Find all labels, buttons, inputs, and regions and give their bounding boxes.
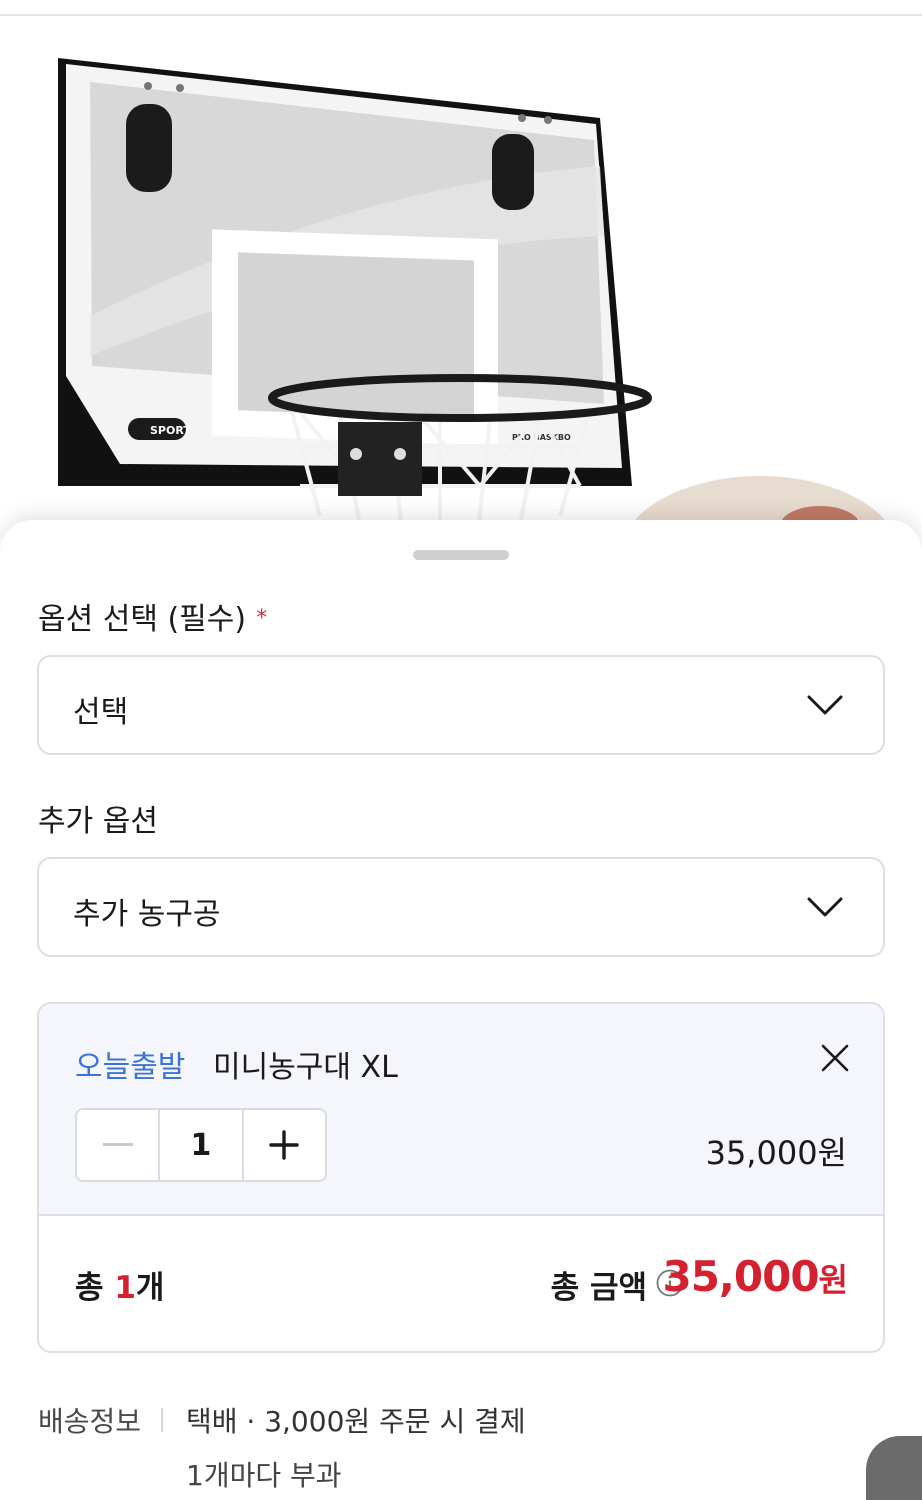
chevron-down-icon (807, 695, 843, 715)
total-amount: 35,000원 (662, 1252, 848, 1301)
required-option-title: 옵션 선택 (필수) * (38, 594, 267, 638)
quantity-stepper: 1 (75, 1108, 327, 1182)
increase-button[interactable] (244, 1110, 325, 1180)
product-image: SPORT PRO BASKBO (0, 16, 922, 536)
required-option-select[interactable]: 선택 (37, 655, 885, 755)
quantity-value[interactable]: 1 (158, 1110, 244, 1180)
sport-logo-text: SPORT (150, 424, 191, 437)
option-bottom-sheet: 옵션 선택 (필수) * 선택 추가 옵션 추가 농구공 오늘출발 미니농구대 X… (0, 520, 922, 1500)
required-option-label: 옵션 선택 (필수) (38, 602, 247, 637)
total-amount-label: 총 금액 (550, 1270, 647, 1306)
selected-item: 오늘출발 미니농구대 XL 1 35,000원 (39, 1004, 883, 1216)
close-icon[interactable] (817, 1040, 853, 1076)
today-shipping-badge: 오늘출발 (75, 1050, 186, 1085)
total-count: 총 1개 (75, 1262, 164, 1307)
sheet-drag-handle[interactable] (413, 550, 509, 560)
selected-order-card: 오늘출발 미니농구대 XL 1 35,000원 총 1개 총 금액 35,000… (37, 1002, 885, 1353)
basketball-hoop-image: SPORT PRO BASKBO (58, 58, 896, 536)
floating-button[interactable] (866, 1436, 922, 1500)
minus-icon (102, 1143, 133, 1146)
total-count-suffix: 개 (135, 1270, 165, 1306)
plus-icon (269, 1130, 300, 1160)
total-count-value: 1 (114, 1270, 136, 1306)
total-count-prefix: 총 (75, 1270, 115, 1306)
shipping-info-label: 배송정보 (38, 1405, 142, 1438)
extra-option-select[interactable]: 추가 농구공 (37, 857, 885, 957)
required-option-value: 선택 (73, 695, 129, 730)
required-marker: * (256, 606, 268, 631)
extra-option-label: 추가 옵션 (38, 804, 158, 839)
top-divider (0, 0, 922, 16)
selected-item-name: 미니농구대 XL (213, 1050, 398, 1085)
selected-item-price: 35,000원 (705, 1134, 847, 1172)
shipping-info-value: 택배 · 3,000원 주문 시 결제 (186, 1405, 526, 1438)
total-amount-unit: 원 (818, 1261, 848, 1299)
extra-option-value: 추가 농구공 (73, 897, 221, 932)
total-amount-value: 35,000 (662, 1252, 819, 1301)
total-summary: 총 1개 총 금액 35,000원 (39, 1216, 883, 1351)
chevron-down-icon (807, 897, 843, 917)
decrease-button[interactable] (77, 1110, 158, 1180)
shipping-info-note: 1개마다 부과 (186, 1459, 342, 1492)
shipping-divider (161, 1408, 163, 1432)
